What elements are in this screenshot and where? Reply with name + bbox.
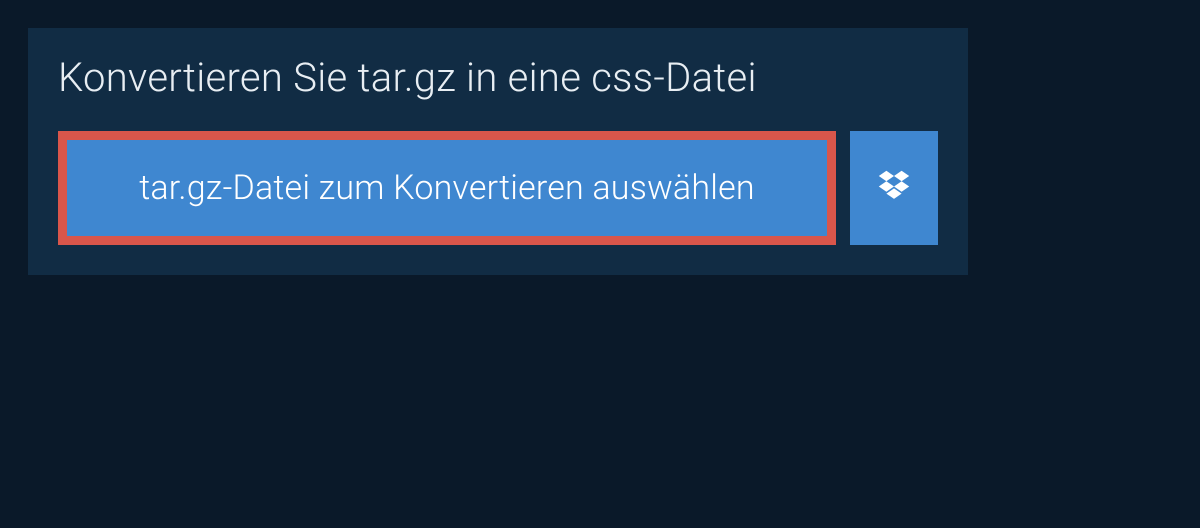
select-file-button[interactable]: tar.gz-Datei zum Konvertieren auswählen — [67, 140, 827, 236]
select-file-highlight: tar.gz-Datei zum Konvertieren auswählen — [58, 131, 836, 245]
dropbox-button[interactable] — [850, 131, 938, 245]
button-row: tar.gz-Datei zum Konvertieren auswählen — [28, 131, 968, 275]
page-title: Konvertieren Sie tar.gz in eine css-Date… — [28, 28, 968, 131]
dropbox-icon — [875, 167, 913, 209]
converter-panel: Konvertieren Sie tar.gz in eine css-Date… — [28, 28, 968, 275]
